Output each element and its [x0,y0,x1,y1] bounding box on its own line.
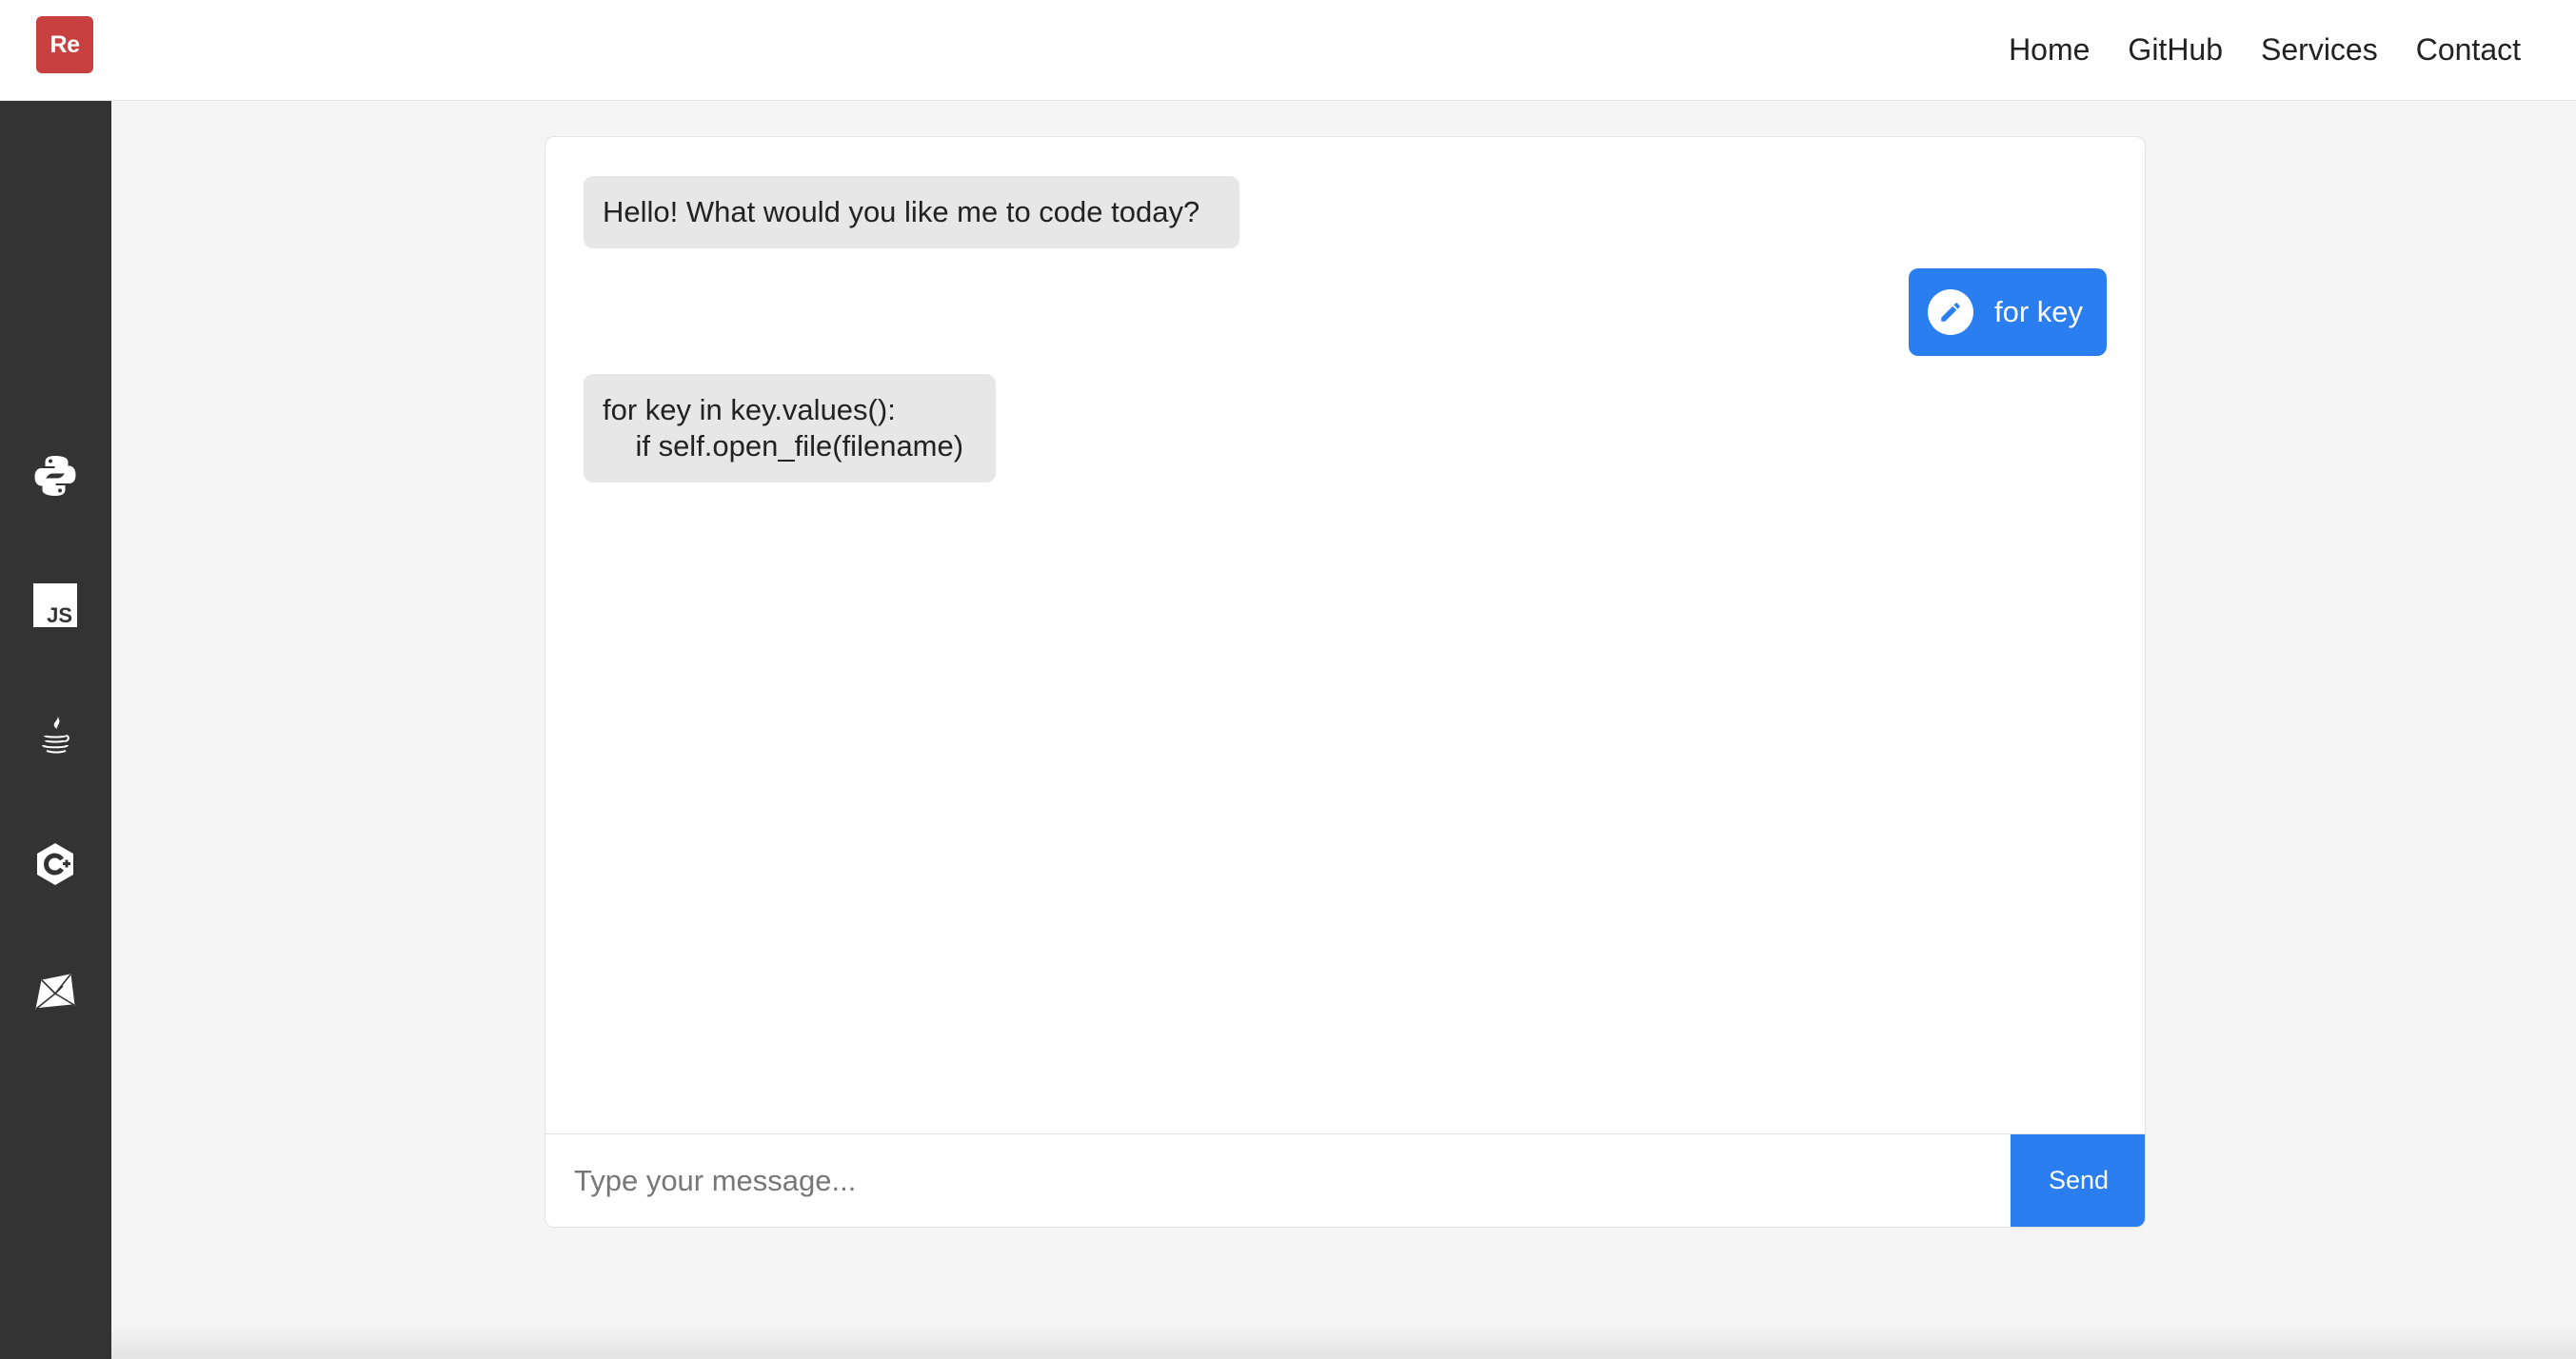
chat-window: Hello! What would you like me to code to… [545,136,2146,1228]
pencil-icon[interactable] [1928,289,1973,335]
user-message: for key [1909,268,2107,356]
svg-text:JS: JS [47,603,72,627]
java-icon[interactable] [29,708,82,761]
bot-message: Hello! What would you like me to code to… [584,176,1239,248]
nav-link-home[interactable]: Home [2009,32,2090,68]
user-message-text: for key [1994,295,2084,328]
message-composer: Send [545,1133,2145,1227]
send-button[interactable]: Send [2011,1134,2145,1227]
language-sidebar: JS [0,101,111,1359]
main-nav: Home GitHub Services Contact [2009,0,2521,99]
nav-link-services[interactable]: Services [2261,32,2378,68]
message-input[interactable] [545,1134,2011,1227]
cplusplus-icon[interactable] [29,837,82,891]
bot-code-message: for key in key.values(): if self.open_fi… [584,374,996,483]
ruby-icon[interactable] [29,967,82,1020]
javascript-icon[interactable]: JS [29,579,82,632]
logo[interactable]: Re [36,16,93,73]
nav-link-contact[interactable]: Contact [2416,32,2521,68]
python-icon[interactable] [29,449,82,502]
top-navbar: Re Home GitHub Services Contact [0,0,2576,101]
nav-link-github[interactable]: GitHub [2128,32,2223,68]
page-footer-shadow [111,1321,2576,1359]
